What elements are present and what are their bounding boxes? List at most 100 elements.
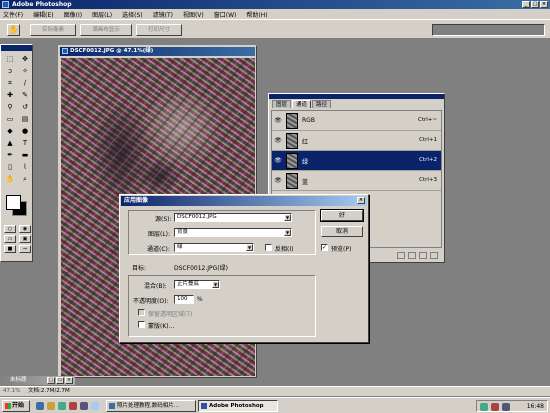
maximize-button[interactable]: ▭	[56, 377, 64, 384]
brush-icon[interactable]: ✎	[18, 89, 32, 101]
new-channel-icon[interactable]	[419, 251, 427, 259]
menu-window[interactable]: 窗口(W)	[214, 10, 237, 19]
desktop-icon[interactable]	[58, 402, 66, 410]
maximize-button[interactable]: □	[531, 1, 539, 8]
channel-row-red[interactable]: 👁 红 Ctrl+1	[272, 131, 441, 151]
print-size-button[interactable]: 打印尺寸	[136, 24, 182, 36]
marquee-icon[interactable]: ⬚	[3, 53, 17, 65]
channel-name: 红	[302, 139, 309, 146]
minimized-title: 未标题	[10, 377, 27, 383]
move-icon[interactable]: ✥	[18, 53, 32, 65]
photoshop-logo-icon	[2, 1, 9, 8]
menu-file[interactable]: 文件(F)	[3, 10, 23, 19]
invert-checkbox[interactable]	[265, 244, 272, 251]
clone-stamp-icon[interactable]: ⚲	[3, 101, 17, 113]
lasso-icon[interactable]: ↄ	[3, 65, 17, 77]
task-browser[interactable]: 照片处理教程,数码相片...	[106, 400, 196, 412]
history-brush-icon[interactable]: ↺	[18, 101, 32, 113]
eye-icon[interactable]: 👁	[274, 117, 282, 125]
cancel-button[interactable]: 取消	[321, 226, 363, 237]
dodge-icon[interactable]: ●	[18, 125, 32, 137]
blend-select[interactable]: 正片叠底 ▼	[174, 280, 220, 289]
app-icon[interactable]	[80, 402, 88, 410]
document-titlebar[interactable]: DSCF0012.JPG @ 47.1%(绿)	[60, 47, 255, 56]
opacity-input[interactable]: 100	[174, 295, 194, 304]
menu-image[interactable]: 图像(I)	[64, 10, 82, 19]
toolbox: ⬚ ✥ ↄ ✧ ⌗ ∕ ✚ ✎ ⚲ ↺ ▭ ▤ ◆ ● ▲ T ✒ ▬ ▯ ⌇ …	[0, 44, 33, 262]
layer-select[interactable]: 背景 ▼	[174, 228, 292, 237]
tab-channels[interactable]: 通道	[292, 100, 312, 108]
explorer-icon[interactable]	[47, 402, 55, 410]
minimize-button[interactable]: _	[522, 1, 530, 8]
menu-edit[interactable]: 编辑(E)	[33, 10, 53, 19]
channel-select[interactable]: 绿 ▼	[174, 243, 254, 252]
source-select[interactable]: DSCF0012.JPG ▼	[174, 213, 292, 222]
menu-view[interactable]: 视图(V)	[183, 10, 204, 19]
jump-to-imageready-icon[interactable]: ⇒	[19, 245, 31, 253]
fit-on-screen-button[interactable]: 满画布显示	[80, 24, 132, 36]
type-icon[interactable]: T	[18, 137, 32, 149]
messenger-icon[interactable]	[91, 402, 99, 410]
dialog-titlebar[interactable]: 应用图像 ×	[121, 196, 367, 206]
hand-icon[interactable]: ✋	[3, 173, 17, 185]
actual-pixels-button[interactable]: 实际像素	[30, 24, 76, 36]
opacity-unit: %	[197, 296, 203, 303]
ok-button[interactable]: 好	[320, 209, 364, 222]
standard-mode-icon[interactable]: ○	[4, 225, 16, 233]
dialog-close-button[interactable]: ×	[357, 197, 365, 204]
preview-checkbox[interactable]: ✓	[321, 244, 328, 251]
channel-row-rgb[interactable]: 👁 RGB Ctrl+~	[272, 111, 441, 131]
slice-icon[interactable]: ∕	[18, 77, 32, 89]
menu-layer[interactable]: 图层(L)	[92, 10, 112, 19]
task-photoshop[interactable]: Adobe Photoshop	[198, 400, 278, 412]
minimized-document[interactable]: 未标题 □ ▭ ×	[0, 376, 75, 385]
chevron-down-icon: ▼	[212, 281, 219, 288]
pen-icon[interactable]: ✒	[3, 149, 17, 161]
zoom-icon[interactable]: ⌕	[18, 173, 32, 185]
quick-mask-icon[interactable]: ◉	[19, 225, 31, 233]
crop-icon[interactable]: ⌗	[3, 77, 17, 89]
blur-icon[interactable]: ◆	[3, 125, 17, 137]
delete-channel-icon[interactable]	[430, 251, 438, 259]
eye-icon[interactable]: 👁	[274, 137, 282, 145]
menu-help[interactable]: 帮助(H)	[246, 10, 267, 19]
tray-icon[interactable]	[491, 403, 499, 411]
screen-mode-full-icon[interactable]: ■	[4, 245, 16, 253]
media-icon[interactable]	[69, 402, 77, 410]
eye-icon[interactable]: 👁	[274, 177, 282, 185]
foreground-color-swatch[interactable]	[6, 195, 21, 210]
channel-row-blue[interactable]: 👁 蓝 Ctrl+3	[272, 171, 441, 191]
channel-row-green[interactable]: 👁 绿 Ctrl+2	[272, 151, 441, 171]
save-selection-icon[interactable]	[408, 251, 416, 259]
magic-wand-icon[interactable]: ✧	[18, 65, 32, 77]
chevron-down-icon: ▼	[284, 214, 291, 221]
mask-checkbox[interactable]	[138, 321, 145, 328]
opacity-label: 不透明度(O):	[133, 298, 169, 305]
tab-paths[interactable]: 路径	[312, 100, 332, 108]
start-button[interactable]: 开始	[2, 400, 30, 412]
zoom-level[interactable]: 47.1%	[3, 387, 23, 396]
menu-select[interactable]: 选择(S)	[122, 10, 143, 19]
tray-icon[interactable]	[480, 403, 488, 411]
eraser-icon[interactable]: ▭	[3, 113, 17, 125]
path-select-icon[interactable]: ▲	[3, 137, 17, 149]
healing-brush-icon[interactable]: ✚	[3, 89, 17, 101]
shape-icon[interactable]: ▬	[18, 149, 32, 161]
hand-tool-icon[interactable]: ✋	[7, 24, 20, 36]
tab-layers[interactable]: 图层	[272, 100, 292, 108]
ie-icon[interactable]	[36, 402, 44, 410]
invert-label: 反相(I)	[275, 246, 294, 253]
preserve-transparency-checkbox[interactable]	[138, 309, 145, 316]
gradient-icon[interactable]: ▤	[18, 113, 32, 125]
screen-mode-full-menu-icon[interactable]: ▣	[19, 235, 31, 243]
eyedropper-icon[interactable]: ⌇	[18, 161, 32, 173]
menu-filter[interactable]: 滤镜(T)	[153, 10, 173, 19]
tray-icon[interactable]	[502, 403, 510, 411]
load-selection-icon[interactable]	[397, 251, 405, 259]
eye-icon[interactable]: 👁	[274, 157, 282, 165]
restore-button[interactable]: □	[47, 377, 55, 384]
close-button[interactable]: ×	[540, 1, 548, 8]
close-button[interactable]: ×	[65, 377, 73, 384]
notes-icon[interactable]: ▯	[3, 161, 17, 173]
screen-mode-standard-icon[interactable]: ▭	[4, 235, 16, 243]
